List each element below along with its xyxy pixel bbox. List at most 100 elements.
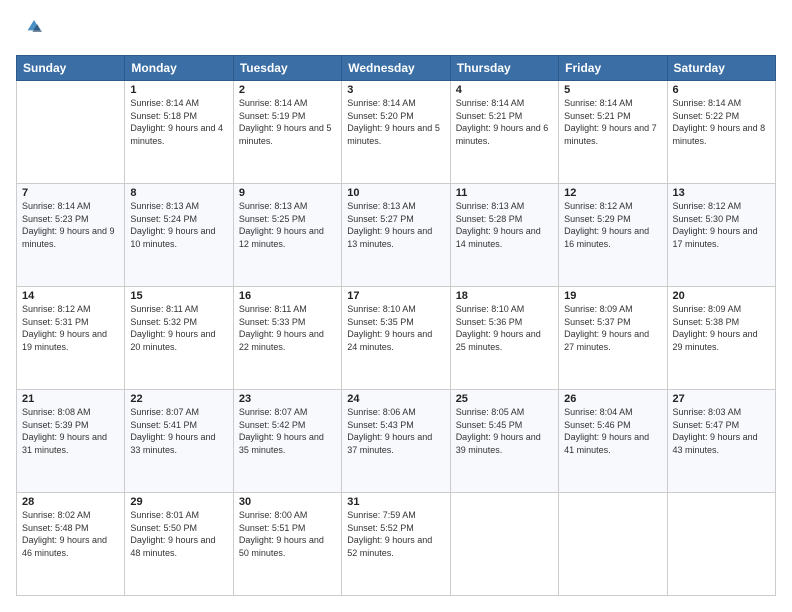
sunrise: Sunrise: 8:11 AM: [130, 303, 227, 316]
sunset: Sunset: 5:29 PM: [564, 213, 661, 226]
sunrise: Sunrise: 8:13 AM: [130, 200, 227, 213]
sunset: Sunset: 5:37 PM: [564, 316, 661, 329]
day-number: 6: [673, 84, 770, 96]
day-info: Sunrise: 8:14 AM Sunset: 5:21 PM Dayligh…: [564, 97, 661, 147]
sunrise: Sunrise: 8:13 AM: [347, 200, 444, 213]
day-number: 2: [239, 84, 336, 96]
daylight: Daylight: 9 hours and 29 minutes.: [673, 328, 770, 353]
sunrise: Sunrise: 8:11 AM: [239, 303, 336, 316]
day-info: Sunrise: 8:14 AM Sunset: 5:21 PM Dayligh…: [456, 97, 553, 147]
sunrise: Sunrise: 8:09 AM: [673, 303, 770, 316]
day-number: 23: [239, 393, 336, 405]
calendar-week-row: 7 Sunrise: 8:14 AM Sunset: 5:23 PM Dayli…: [17, 184, 776, 287]
calendar-cell: 24 Sunrise: 8:06 AM Sunset: 5:43 PM Dayl…: [342, 390, 450, 493]
daylight: Daylight: 9 hours and 12 minutes.: [239, 225, 336, 250]
calendar-cell: [667, 493, 775, 596]
calendar-cell: [450, 493, 558, 596]
day-info: Sunrise: 8:10 AM Sunset: 5:35 PM Dayligh…: [347, 303, 444, 353]
sunset: Sunset: 5:31 PM: [22, 316, 119, 329]
page: SundayMondayTuesdayWednesdayThursdayFrid…: [0, 0, 792, 612]
day-info: Sunrise: 8:14 AM Sunset: 5:23 PM Dayligh…: [22, 200, 119, 250]
sunset: Sunset: 5:42 PM: [239, 419, 336, 432]
day-number: 12: [564, 187, 661, 199]
sunset: Sunset: 5:21 PM: [564, 110, 661, 123]
sunrise: Sunrise: 8:08 AM: [22, 406, 119, 419]
daylight: Daylight: 9 hours and 41 minutes.: [564, 431, 661, 456]
day-number: 19: [564, 290, 661, 302]
calendar-cell: 30 Sunrise: 8:00 AM Sunset: 5:51 PM Dayl…: [233, 493, 341, 596]
day-number: 26: [564, 393, 661, 405]
sunrise: Sunrise: 8:04 AM: [564, 406, 661, 419]
daylight: Daylight: 9 hours and 37 minutes.: [347, 431, 444, 456]
sunrise: Sunrise: 8:12 AM: [564, 200, 661, 213]
daylight: Daylight: 9 hours and 43 minutes.: [673, 431, 770, 456]
day-number: 22: [130, 393, 227, 405]
sunset: Sunset: 5:25 PM: [239, 213, 336, 226]
calendar-header-wednesday: Wednesday: [342, 56, 450, 81]
calendar-header-row: SundayMondayTuesdayWednesdayThursdayFrid…: [17, 56, 776, 81]
day-number: 31: [347, 496, 444, 508]
calendar-cell: 16 Sunrise: 8:11 AM Sunset: 5:33 PM Dayl…: [233, 287, 341, 390]
sunrise: Sunrise: 8:12 AM: [673, 200, 770, 213]
calendar-header-monday: Monday: [125, 56, 233, 81]
day-info: Sunrise: 8:09 AM Sunset: 5:38 PM Dayligh…: [673, 303, 770, 353]
day-number: 11: [456, 187, 553, 199]
calendar: SundayMondayTuesdayWednesdayThursdayFrid…: [16, 55, 776, 596]
day-info: Sunrise: 8:00 AM Sunset: 5:51 PM Dayligh…: [239, 509, 336, 559]
calendar-cell: 15 Sunrise: 8:11 AM Sunset: 5:32 PM Dayl…: [125, 287, 233, 390]
day-number: 28: [22, 496, 119, 508]
calendar-cell: 27 Sunrise: 8:03 AM Sunset: 5:47 PM Dayl…: [667, 390, 775, 493]
daylight: Daylight: 9 hours and 39 minutes.: [456, 431, 553, 456]
day-info: Sunrise: 8:14 AM Sunset: 5:19 PM Dayligh…: [239, 97, 336, 147]
daylight: Daylight: 9 hours and 25 minutes.: [456, 328, 553, 353]
calendar-week-row: 28 Sunrise: 8:02 AM Sunset: 5:48 PM Dayl…: [17, 493, 776, 596]
day-info: Sunrise: 8:14 AM Sunset: 5:22 PM Dayligh…: [673, 97, 770, 147]
sunset: Sunset: 5:33 PM: [239, 316, 336, 329]
calendar-cell: 21 Sunrise: 8:08 AM Sunset: 5:39 PM Dayl…: [17, 390, 125, 493]
daylight: Daylight: 9 hours and 5 minutes.: [347, 122, 444, 147]
sunrise: Sunrise: 8:07 AM: [239, 406, 336, 419]
sunrise: Sunrise: 8:13 AM: [456, 200, 553, 213]
sunset: Sunset: 5:35 PM: [347, 316, 444, 329]
calendar-cell: 6 Sunrise: 8:14 AM Sunset: 5:22 PM Dayli…: [667, 81, 775, 184]
calendar-cell: 5 Sunrise: 8:14 AM Sunset: 5:21 PM Dayli…: [559, 81, 667, 184]
sunset: Sunset: 5:32 PM: [130, 316, 227, 329]
calendar-cell: 18 Sunrise: 8:10 AM Sunset: 5:36 PM Dayl…: [450, 287, 558, 390]
day-number: 15: [130, 290, 227, 302]
sunrise: Sunrise: 8:05 AM: [456, 406, 553, 419]
calendar-week-row: 1 Sunrise: 8:14 AM Sunset: 5:18 PM Dayli…: [17, 81, 776, 184]
sunset: Sunset: 5:22 PM: [673, 110, 770, 123]
daylight: Daylight: 9 hours and 22 minutes.: [239, 328, 336, 353]
day-number: 24: [347, 393, 444, 405]
sunset: Sunset: 5:30 PM: [673, 213, 770, 226]
sunset: Sunset: 5:18 PM: [130, 110, 227, 123]
day-info: Sunrise: 8:13 AM Sunset: 5:27 PM Dayligh…: [347, 200, 444, 250]
sunset: Sunset: 5:21 PM: [456, 110, 553, 123]
calendar-header-thursday: Thursday: [450, 56, 558, 81]
calendar-cell: [17, 81, 125, 184]
day-number: 25: [456, 393, 553, 405]
calendar-cell: 10 Sunrise: 8:13 AM Sunset: 5:27 PM Dayl…: [342, 184, 450, 287]
sunrise: Sunrise: 8:13 AM: [239, 200, 336, 213]
sunrise: Sunrise: 8:14 AM: [239, 97, 336, 110]
sunrise: Sunrise: 8:06 AM: [347, 406, 444, 419]
calendar-cell: 3 Sunrise: 8:14 AM Sunset: 5:20 PM Dayli…: [342, 81, 450, 184]
calendar-header-friday: Friday: [559, 56, 667, 81]
sunset: Sunset: 5:38 PM: [673, 316, 770, 329]
calendar-cell: [559, 493, 667, 596]
daylight: Daylight: 9 hours and 13 minutes.: [347, 225, 444, 250]
daylight: Daylight: 9 hours and 20 minutes.: [130, 328, 227, 353]
sunset: Sunset: 5:24 PM: [130, 213, 227, 226]
daylight: Daylight: 9 hours and 52 minutes.: [347, 534, 444, 559]
calendar-header-saturday: Saturday: [667, 56, 775, 81]
day-info: Sunrise: 8:11 AM Sunset: 5:32 PM Dayligh…: [130, 303, 227, 353]
sunrise: Sunrise: 8:10 AM: [347, 303, 444, 316]
sunrise: Sunrise: 7:59 AM: [347, 509, 444, 522]
daylight: Daylight: 9 hours and 33 minutes.: [130, 431, 227, 456]
day-info: Sunrise: 8:10 AM Sunset: 5:36 PM Dayligh…: [456, 303, 553, 353]
day-number: 5: [564, 84, 661, 96]
day-number: 9: [239, 187, 336, 199]
day-number: 3: [347, 84, 444, 96]
day-number: 8: [130, 187, 227, 199]
sunset: Sunset: 5:48 PM: [22, 522, 119, 535]
